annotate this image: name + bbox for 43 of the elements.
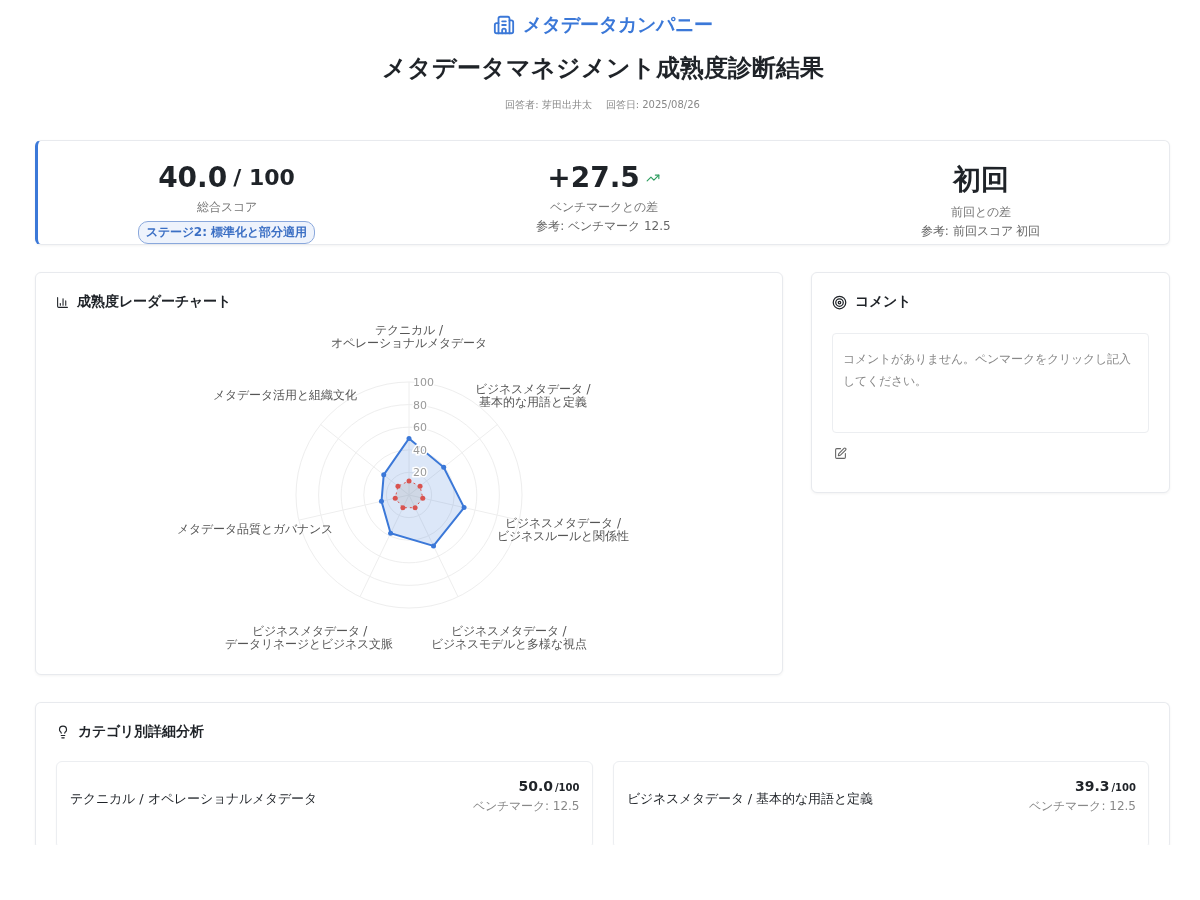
score-max: / 100 [233,165,295,190]
axis-label: テクニカル / オペレーショナルメタデータ [331,322,487,350]
axis-tick-label: 80 [413,398,427,412]
edit-button[interactable] [832,445,849,462]
page-title: メタデータマネジメント成熟度診断結果 [381,53,824,84]
building-icon [492,14,515,36]
axis-label: ビジネスメタデータ / ビジネスルールと関係性 [497,516,630,544]
axis-label: ビジネスメタデータ / データリネージとビジネス文脈 [225,623,394,651]
answer-date: 回答日: 2025/08/26 [605,98,700,112]
category-score: 50.0 [518,778,553,794]
comment-title: コメント [855,293,911,311]
respondent: 回答者: 芽田出井太 [505,98,592,112]
category-benchmark: ベンチマーク: 12.5 [1029,798,1136,815]
category-name: ビジネスメタデータ / 基本的な用語と定義 [626,790,874,808]
axis-tick-label: 100 [413,376,434,389]
target-icon [832,294,847,310]
stat-label: 総合スコア [196,199,257,216]
axis-label: メタデータ品質とガバナンス [176,522,333,537]
benchmark-area [392,478,426,511]
stage-badge: ステージ2: 標準化と部分適用 [137,221,316,244]
lightbulb-icon [56,725,70,739]
company-name: メタデータカンパニー [522,12,713,37]
score-max: /100 [554,782,580,793]
axis-label: メタデータ活用と組織文化 [213,388,358,403]
category-score: 39.3 [1074,778,1110,794]
axis-tick-label: 60 [413,421,427,435]
stat-note: 参考: ベンチマーク 12.5 [536,218,671,235]
axis-tick-label: 20 [413,466,427,480]
previous-diff: 初回 [952,162,1009,198]
category-title: カテゴリ別詳細分析 [78,723,204,741]
benchmark-diff: +27.5 [547,161,640,194]
axis-label: ビジネスメタデータ / 基本的な用語と定義 [474,382,591,410]
chart-title: 成熟度レーダーチャート [77,293,231,311]
total-score: 40.0 [158,161,228,194]
stat-note: 参考: 前回スコア 初回 [920,223,1041,240]
comment-box: コメントがありません。ペンマークをクリックし記入してください。 [832,333,1149,433]
axis-label: ビジネスメタデータ / ビジネスモデルと多様な視点 [430,623,587,651]
stat-label: 前回との差 [950,204,1011,221]
category-name: テクニカル / オペレーショナルメタデータ [70,790,317,808]
bar-chart-icon [56,295,69,309]
score-max: /100 [1111,782,1136,793]
stat-label: ベンチマークとの差 [549,199,658,216]
category-benchmark: ベンチマーク: 12.5 [472,798,580,815]
